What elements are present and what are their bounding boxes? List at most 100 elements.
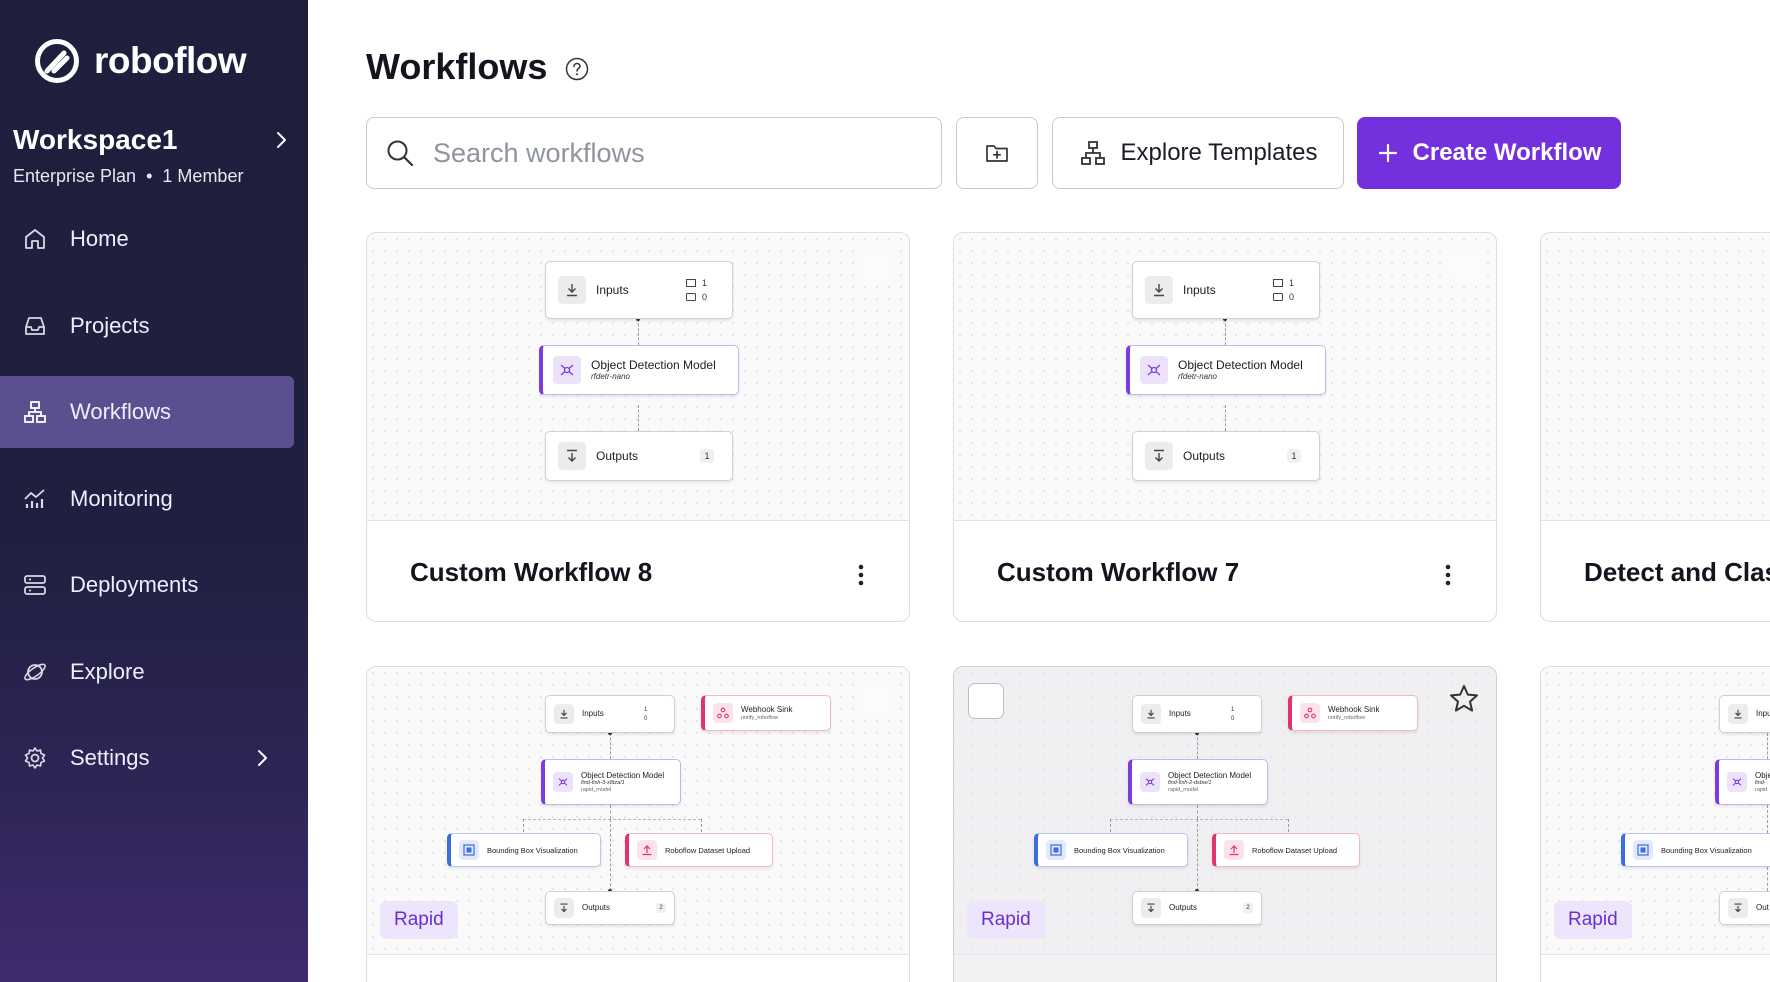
outputs-node: Outputs 1 — [1132, 431, 1320, 481]
workflow-title[interactable]: Custom Workflow 8 — [410, 557, 652, 588]
create-workflow-button[interactable]: Create Workflow — [1357, 117, 1621, 189]
node-sublabel: notify_roboflow — [1328, 714, 1365, 721]
node-label: Inputs — [582, 709, 604, 719]
download-icon — [560, 709, 568, 719]
output-count: 1 — [700, 449, 714, 463]
sidebar-item-projects[interactable]: Projects — [0, 290, 294, 362]
folder-plus-icon — [986, 145, 1008, 162]
gear-icon — [24, 747, 46, 769]
node-label: Object Detection Model — [1178, 358, 1303, 372]
model-id: find-fish-2-dsbw/1 — [1168, 780, 1212, 787]
outputs-node: Outputs 2 — [1132, 891, 1262, 925]
model-icon — [1145, 778, 1155, 786]
node-sublabel: rapid_model — [1168, 786, 1199, 793]
workflow-title[interactable]: Detect and Clas — [1584, 557, 1770, 588]
image-count: 1 — [644, 706, 648, 713]
sidebar-item-label: Workflows — [70, 399, 172, 424]
param-count: 0 — [702, 292, 708, 302]
param-icon — [686, 293, 696, 301]
inbox-icon — [25, 316, 45, 335]
sidebar-item-label: Home — [70, 226, 129, 251]
workflow-card[interactable]: Inputs 1 0 Object Detection Model rfdetr… — [366, 232, 910, 622]
sidebar-item-workflows[interactable]: Workflows — [0, 376, 294, 448]
search-box[interactable] — [366, 117, 942, 189]
more-options-icon[interactable] — [857, 563, 865, 587]
image-icon — [1273, 279, 1283, 287]
inputs-node: Inpu — [1719, 695, 1770, 733]
star-icon[interactable] — [1448, 683, 1480, 715]
node-label: Roboflow Dataset Upload — [1252, 845, 1338, 855]
brand-logo[interactable]: roboflow — [34, 38, 247, 84]
workflow-card[interactable]: Inputs 1 0 Webhook Sink notify_roboflow … — [366, 666, 910, 982]
download-icon — [1734, 709, 1742, 719]
node-label: Inputs — [1183, 282, 1216, 297]
output-count: 2 — [1243, 903, 1253, 913]
node-label: Object Detection Model — [1168, 770, 1252, 780]
rapid-badge: Rapid — [1554, 901, 1632, 939]
download-icon — [1147, 709, 1155, 719]
explore-templates-label: Explore Templates — [1120, 139, 1318, 166]
workflow-card[interactable]: Inputs 1 0 Object Detection Model rfdetr… — [953, 232, 1497, 622]
plan-separator: • — [146, 166, 153, 186]
export-icon — [567, 449, 577, 462]
node-sublabel: notify_roboflow — [741, 714, 778, 721]
sidebar-item-label: Deployments — [70, 572, 199, 597]
workflow-preview: Inputs 1 0 Object Detection Model rfdetr… — [367, 233, 909, 521]
workflow-title[interactable]: Custom Workflow 7 — [997, 557, 1239, 588]
explore-templates-button[interactable]: Explore Templates — [1052, 117, 1344, 189]
planet-icon — [24, 663, 46, 680]
sidebar-item-explore[interactable]: Explore — [0, 636, 294, 708]
workspace-name: Workspace1 — [13, 124, 178, 155]
workflow-preview: Inpu Obje find- rapid Bounding Box Visua… — [1541, 667, 1770, 955]
sidebar-item-monitoring[interactable]: Monitoring — [0, 463, 294, 535]
model-node: Object Detection Model rfdetr-nano — [1126, 345, 1326, 395]
param-count: 0 — [1289, 292, 1295, 302]
node-label: Obje — [1755, 770, 1770, 780]
card-footer: Custom Workflow 7 — [954, 521, 1496, 621]
sidebar: roboflow Workspace1 Enterprise Plan • 1 … — [0, 0, 308, 982]
sidebar-item-deployments[interactable]: Deployments — [0, 549, 294, 621]
brand-name: roboflow — [94, 40, 247, 81]
workflow-card[interactable]: Inpu Obje find- rapid Bounding Box Visua… — [1540, 666, 1770, 982]
output-count: 1 — [1287, 449, 1301, 463]
workspace-switcher[interactable]: Workspace1 Enterprise Plan • 1 Member — [13, 124, 293, 187]
chevron-right-icon — [258, 750, 267, 766]
select-checkbox[interactable] — [968, 683, 1004, 719]
model-node: Object Detection Model rfdetr-nano — [539, 345, 739, 395]
sidebar-item-label: Monitoring — [70, 485, 173, 511]
bbox-node: Bounding Box Visualization — [447, 833, 601, 867]
workflow-icon — [1080, 141, 1105, 165]
more-options-icon[interactable] — [1444, 563, 1452, 587]
workflow-preview: Inputs 1 0 Webhook Sink notify_roboflow … — [367, 667, 909, 955]
card-corner — [861, 683, 895, 717]
search-input[interactable] — [433, 137, 913, 169]
export-icon — [560, 903, 568, 913]
node-label: Outputs — [596, 448, 639, 463]
help-icon[interactable] — [565, 57, 589, 81]
outputs-node: Outputs 2 — [545, 891, 675, 925]
webhook-node: Webhook Sink notify_roboflow — [1288, 695, 1418, 731]
export-icon — [1734, 903, 1742, 913]
model-node: Object Detection Model find-fish-3-x8tza… — [541, 759, 681, 805]
bounding-box-icon — [1637, 844, 1649, 856]
plus-icon — [1378, 143, 1397, 163]
sidebar-item-label: Projects — [70, 312, 150, 338]
new-folder-button[interactable] — [956, 117, 1038, 189]
download-icon — [1154, 284, 1164, 297]
workflow-preview: Inputs 1 0 Webhook Sink notify_roboflow … — [954, 667, 1496, 955]
sidebar-item-settings[interactable]: Settings — [0, 722, 294, 794]
workflow-card[interactable]: Detect and Clas — [1540, 232, 1770, 622]
output-count: 2 — [656, 903, 666, 913]
monitoring-icon — [24, 488, 45, 508]
upload-node: Roboflow Dataset Upload — [625, 833, 773, 867]
workspace-plan: Enterprise Plan • 1 Member — [13, 166, 293, 187]
sidebar-item-home[interactable]: Home — [0, 203, 294, 275]
create-workflow-label: Create Workflow — [1412, 139, 1602, 166]
workflow-card[interactable]: Inputs 1 0 Webhook Sink notify_roboflow … — [953, 666, 1497, 982]
workflow-preview — [1541, 233, 1770, 521]
model-node: Object Detection Model find-fish-2-dsbw/… — [1128, 759, 1268, 805]
rapid-badge: Rapid — [380, 901, 458, 939]
model-icon — [558, 778, 568, 786]
member-count: 1 Member — [162, 166, 244, 186]
sidebar-item-label: Explore — [70, 658, 145, 684]
